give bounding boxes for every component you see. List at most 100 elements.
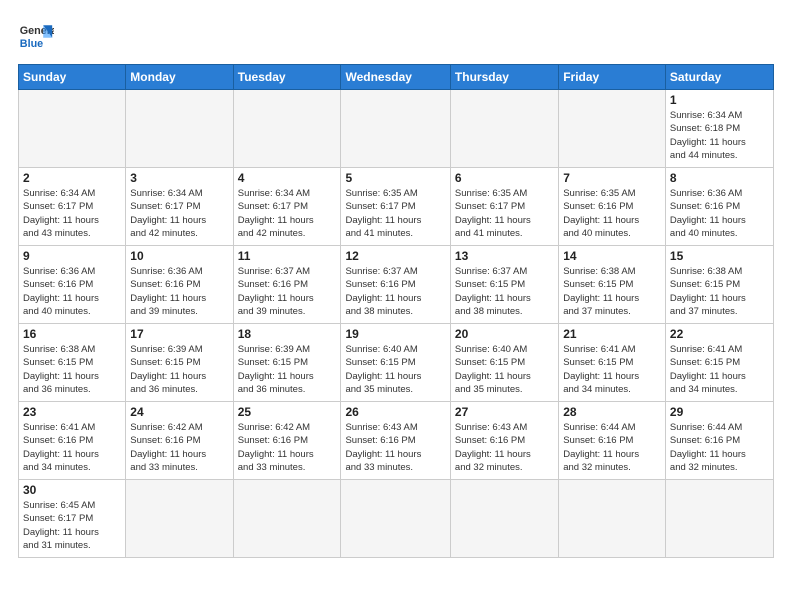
- day-cell: 28Sunrise: 6:44 AM Sunset: 6:16 PM Dayli…: [559, 402, 666, 480]
- day-number: 16: [23, 327, 121, 341]
- day-number: 19: [345, 327, 445, 341]
- day-cell: 4 Sunrise: 6:34 AM Sunset: 6:17 PM Daylig…: [233, 168, 341, 246]
- day-info: Sunrise: 6:37 AM Sunset: 6:15 PM Dayligh…: [455, 265, 554, 318]
- day-number: 23: [23, 405, 121, 419]
- weekday-friday: Friday: [559, 65, 666, 90]
- day-number: 1: [670, 93, 769, 107]
- week-row-2: 9 Sunrise: 6:36 AM Sunset: 6:16 PM Daylig…: [19, 246, 774, 324]
- day-cell: 22Sunrise: 6:41 AM Sunset: 6:15 PM Dayli…: [665, 324, 773, 402]
- day-cell: 25 Sunrise: 6:42 AM Sunset: 6:16 PM Dayli…: [233, 402, 341, 480]
- day-number: 28: [563, 405, 661, 419]
- page: General Blue SundayMondayTuesdayWednesda…: [0, 0, 792, 612]
- week-row-0: 1 Sunrise: 6:34 AM Sunset: 6:18 PM Daylig…: [19, 90, 774, 168]
- header: General Blue: [18, 18, 774, 54]
- day-number: 15: [670, 249, 769, 263]
- day-number: 8: [670, 171, 769, 185]
- day-number: 18: [238, 327, 337, 341]
- day-cell: [341, 90, 450, 168]
- day-info: Sunrise: 6:41 AM Sunset: 6:16 PM Dayligh…: [23, 421, 121, 474]
- weekday-monday: Monday: [126, 65, 233, 90]
- day-number: 7: [563, 171, 661, 185]
- day-number: 10: [130, 249, 228, 263]
- day-cell: [665, 480, 773, 558]
- day-cell: [450, 90, 558, 168]
- svg-text:Blue: Blue: [20, 38, 43, 50]
- day-info: Sunrise: 6:34 AM Sunset: 6:17 PM Dayligh…: [238, 187, 337, 240]
- day-number: 4: [238, 171, 337, 185]
- day-cell: [559, 480, 666, 558]
- day-number: 26: [345, 405, 445, 419]
- day-number: 22: [670, 327, 769, 341]
- day-cell: 10 Sunrise: 6:36 AM Sunset: 6:16 PM Dayli…: [126, 246, 233, 324]
- day-info: Sunrise: 6:35 AM Sunset: 6:17 PM Dayligh…: [345, 187, 445, 240]
- weekday-tuesday: Tuesday: [233, 65, 341, 90]
- day-info: Sunrise: 6:37 AM Sunset: 6:16 PM Dayligh…: [238, 265, 337, 318]
- day-number: 17: [130, 327, 228, 341]
- day-number: 14: [563, 249, 661, 263]
- day-info: Sunrise: 6:38 AM Sunset: 6:15 PM Dayligh…: [670, 265, 769, 318]
- day-info: Sunrise: 6:45 AM Sunset: 6:17 PM Dayligh…: [23, 499, 121, 552]
- day-cell: 7 Sunrise: 6:35 AM Sunset: 6:16 PM Daylig…: [559, 168, 666, 246]
- day-cell: [126, 480, 233, 558]
- day-cell: [19, 90, 126, 168]
- day-cell: 9 Sunrise: 6:36 AM Sunset: 6:16 PM Daylig…: [19, 246, 126, 324]
- day-cell: [233, 480, 341, 558]
- day-info: Sunrise: 6:34 AM Sunset: 6:17 PM Dayligh…: [23, 187, 121, 240]
- weekday-header-row: SundayMondayTuesdayWednesdayThursdayFrid…: [19, 65, 774, 90]
- day-info: Sunrise: 6:35 AM Sunset: 6:17 PM Dayligh…: [455, 187, 554, 240]
- day-info: Sunrise: 6:42 AM Sunset: 6:16 PM Dayligh…: [130, 421, 228, 474]
- day-number: 13: [455, 249, 554, 263]
- day-cell: [233, 90, 341, 168]
- day-number: 12: [345, 249, 445, 263]
- day-cell: [559, 90, 666, 168]
- day-number: 2: [23, 171, 121, 185]
- generalblue-logo-icon: General Blue: [18, 18, 54, 54]
- day-number: 27: [455, 405, 554, 419]
- day-info: Sunrise: 6:36 AM Sunset: 6:16 PM Dayligh…: [670, 187, 769, 240]
- day-number: 24: [130, 405, 228, 419]
- day-info: Sunrise: 6:36 AM Sunset: 6:16 PM Dayligh…: [23, 265, 121, 318]
- day-cell: 18 Sunrise: 6:39 AM Sunset: 6:15 PM Dayli…: [233, 324, 341, 402]
- day-number: 29: [670, 405, 769, 419]
- day-cell: 21 Sunrise: 6:41 AM Sunset: 6:15 PM Dayli…: [559, 324, 666, 402]
- day-cell: 24 Sunrise: 6:42 AM Sunset: 6:16 PM Dayli…: [126, 402, 233, 480]
- day-info: Sunrise: 6:40 AM Sunset: 6:15 PM Dayligh…: [345, 343, 445, 396]
- day-cell: 2 Sunrise: 6:34 AM Sunset: 6:17 PM Daylig…: [19, 168, 126, 246]
- day-number: 9: [23, 249, 121, 263]
- day-cell: 20 Sunrise: 6:40 AM Sunset: 6:15 PM Dayli…: [450, 324, 558, 402]
- day-cell: 26Sunrise: 6:43 AM Sunset: 6:16 PM Dayli…: [341, 402, 450, 480]
- day-number: 5: [345, 171, 445, 185]
- day-cell: 30Sunrise: 6:45 AM Sunset: 6:17 PM Dayli…: [19, 480, 126, 558]
- day-cell: 29 Sunrise: 6:44 AM Sunset: 6:16 PM Dayli…: [665, 402, 773, 480]
- day-info: Sunrise: 6:36 AM Sunset: 6:16 PM Dayligh…: [130, 265, 228, 318]
- week-row-3: 16 Sunrise: 6:38 AM Sunset: 6:15 PM Dayli…: [19, 324, 774, 402]
- day-cell: 27Sunrise: 6:43 AM Sunset: 6:16 PM Dayli…: [450, 402, 558, 480]
- day-cell: 12Sunrise: 6:37 AM Sunset: 6:16 PM Dayli…: [341, 246, 450, 324]
- day-info: Sunrise: 6:42 AM Sunset: 6:16 PM Dayligh…: [238, 421, 337, 474]
- day-info: Sunrise: 6:35 AM Sunset: 6:16 PM Dayligh…: [563, 187, 661, 240]
- week-row-1: 2 Sunrise: 6:34 AM Sunset: 6:17 PM Daylig…: [19, 168, 774, 246]
- day-number: 6: [455, 171, 554, 185]
- day-info: Sunrise: 6:34 AM Sunset: 6:18 PM Dayligh…: [670, 109, 769, 162]
- day-number: 21: [563, 327, 661, 341]
- day-cell: [126, 90, 233, 168]
- day-cell: 6 Sunrise: 6:35 AM Sunset: 6:17 PM Daylig…: [450, 168, 558, 246]
- day-info: Sunrise: 6:44 AM Sunset: 6:16 PM Dayligh…: [670, 421, 769, 474]
- day-info: Sunrise: 6:38 AM Sunset: 6:15 PM Dayligh…: [23, 343, 121, 396]
- day-cell: 8 Sunrise: 6:36 AM Sunset: 6:16 PM Daylig…: [665, 168, 773, 246]
- day-cell: 16 Sunrise: 6:38 AM Sunset: 6:15 PM Dayli…: [19, 324, 126, 402]
- day-cell: [450, 480, 558, 558]
- day-cell: 5 Sunrise: 6:35 AM Sunset: 6:17 PM Daylig…: [341, 168, 450, 246]
- day-info: Sunrise: 6:40 AM Sunset: 6:15 PM Dayligh…: [455, 343, 554, 396]
- day-cell: 15 Sunrise: 6:38 AM Sunset: 6:15 PM Dayli…: [665, 246, 773, 324]
- day-info: Sunrise: 6:39 AM Sunset: 6:15 PM Dayligh…: [130, 343, 228, 396]
- day-cell: 13 Sunrise: 6:37 AM Sunset: 6:15 PM Dayli…: [450, 246, 558, 324]
- calendar: SundayMondayTuesdayWednesdayThursdayFrid…: [18, 64, 774, 558]
- day-info: Sunrise: 6:41 AM Sunset: 6:15 PM Dayligh…: [563, 343, 661, 396]
- weekday-thursday: Thursday: [450, 65, 558, 90]
- day-number: 11: [238, 249, 337, 263]
- day-info: Sunrise: 6:39 AM Sunset: 6:15 PM Dayligh…: [238, 343, 337, 396]
- day-number: 25: [238, 405, 337, 419]
- day-number: 20: [455, 327, 554, 341]
- day-cell: 23 Sunrise: 6:41 AM Sunset: 6:16 PM Dayli…: [19, 402, 126, 480]
